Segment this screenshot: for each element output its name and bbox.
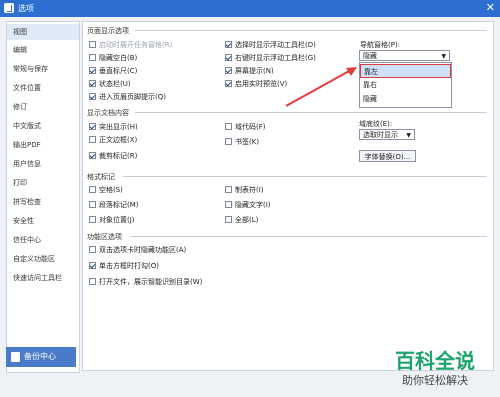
checkbox-select-floating-toolbar[interactable] — [225, 41, 232, 48]
nav-pane-option-left[interactable]: 靠左 — [360, 64, 451, 78]
checkbox-smart-toc[interactable] — [89, 278, 96, 285]
field-shading-value: 选取时显示 — [363, 131, 398, 139]
sidebar-item-chinese-layout[interactable]: 中文版式 — [7, 118, 79, 134]
label-text-border: 正文边框(X) — [99, 136, 138, 144]
label-rightclick-floating-toolbar: 右键时显示浮动工具栏(G) — [235, 54, 316, 62]
sidebar-item-general-save[interactable]: 常规与保存 — [7, 61, 79, 77]
checkbox-click-to-check[interactable] — [89, 262, 96, 269]
checkbox-header-footer-tip[interactable] — [89, 93, 96, 100]
sidebar-item-file-location[interactable]: 文件位置 — [7, 80, 79, 96]
backup-center-label: 备份中心 — [24, 352, 56, 361]
title-bar: 选项 ✕ — [0, 0, 500, 17]
nav-pane-select-value: 隐藏 — [363, 52, 377, 60]
options-panel: 页面显示选项 启动时展开任务窗格(R) 隐藏空白(B) 垂直标尺(C) 状态栏(… — [82, 21, 494, 371]
label-tab-characters: 制表符(I) — [235, 186, 264, 194]
checkbox-hide-blank[interactable] — [89, 54, 96, 61]
section-divider — [135, 112, 487, 113]
checkbox-paragraph-marks[interactable] — [89, 201, 96, 208]
label-vertical-ruler: 垂直标尺(C) — [99, 67, 138, 75]
label-smart-toc: 打开文件，展示智能识别目录(W) — [99, 278, 203, 286]
section-title-page-display: 页面显示选项 — [87, 27, 129, 35]
chevron-down-icon: ▼ — [406, 132, 411, 139]
label-select-floating-toolbar: 选择时显示浮动工具栏(D) — [235, 41, 316, 49]
section-title-show-content: 显示文档内容 — [87, 109, 129, 117]
label-live-preview: 启用实时预览(V) — [235, 80, 288, 88]
watermark: 百科全说 助你轻松解决 — [376, 345, 494, 393]
label-dblclick-hide-ribbon: 双击选项卡时隐藏功能区(A) — [99, 246, 187, 254]
sidebar-item-user-info[interactable]: 用户信息 — [7, 156, 79, 172]
app-icon — [4, 3, 14, 13]
label-expand-task-pane: 启动时展开任务窗格(R) — [99, 41, 173, 49]
sidebar-item-trust-center[interactable]: 信任中心 — [7, 232, 79, 248]
nav-pane-option-hide[interactable]: 隐藏 — [360, 92, 451, 106]
checkbox-tab-characters[interactable] — [225, 186, 232, 193]
label-hidden-text: 隐藏文字(I) — [235, 201, 271, 209]
sidebar-item-quick-access-toolbar[interactable]: 快速访问工具栏 — [7, 270, 79, 286]
checkbox-live-preview[interactable] — [225, 80, 232, 87]
sidebar-item-edit[interactable]: 编辑 — [7, 42, 79, 58]
close-icon[interactable]: ✕ — [486, 1, 495, 14]
sidebar-item-output-pdf[interactable]: 输出PDF — [7, 137, 79, 153]
label-hide-blank: 隐藏空白(B) — [99, 54, 138, 62]
nav-pane-option-right[interactable]: 靠右 — [360, 78, 451, 92]
backup-center-button[interactable]: 备份中心 — [6, 347, 76, 367]
checkbox-rightclick-floating-toolbar[interactable] — [225, 54, 232, 61]
checkbox-hidden-text[interactable] — [225, 201, 232, 208]
checkbox-expand-task-pane[interactable] — [89, 41, 96, 48]
checkbox-bookmarks[interactable] — [225, 138, 232, 145]
sidebar-item-revision[interactable]: 修订 — [7, 99, 79, 115]
label-spaces: 空格(S) — [99, 186, 123, 194]
sidebar-item-view[interactable]: 视图 — [7, 24, 79, 40]
field-shading-select[interactable]: 选取时显示 ▼ — [359, 129, 415, 140]
watermark-subtitle: 助你轻松解决 — [402, 374, 468, 387]
checkbox-status-bar[interactable] — [89, 80, 96, 87]
section-title-ribbon-options: 功能区选项 — [87, 233, 122, 241]
label-crop-marks: 裁剪标记(R) — [99, 152, 138, 160]
section-divider — [135, 30, 487, 31]
checkbox-object-anchors[interactable] — [89, 216, 96, 223]
backup-icon — [11, 352, 20, 362]
checkbox-field-codes[interactable] — [225, 123, 232, 130]
checkbox-crop-marks[interactable] — [89, 152, 96, 159]
sidebar: 视图 编辑 常规与保存 文件位置 修订 中文版式 输出PDF 用户信息 打印 拼… — [6, 21, 80, 373]
window-title: 选项 — [18, 4, 34, 13]
label-click-to-check: 单击方框时打勾(O) — [99, 262, 159, 270]
sidebar-item-customize-ribbon[interactable]: 自定义功能区 — [7, 251, 79, 267]
watermark-title: 百科全说 — [395, 349, 475, 373]
label-field-shading: 域底纹(E): — [359, 120, 393, 128]
label-status-bar: 状态栏(U) — [99, 80, 131, 88]
sidebar-item-security[interactable]: 安全性 — [7, 213, 79, 229]
label-header-footer-tip: 进入页眉页脚提示(Q) — [99, 93, 166, 101]
label-object-anchors: 对象位置(J) — [99, 216, 135, 224]
nav-pane-options-list: 靠左 靠右 隐藏 — [359, 62, 452, 108]
checkbox-screen-tips[interactable] — [225, 67, 232, 74]
section-divider — [123, 176, 487, 177]
checkbox-all-marks[interactable] — [225, 216, 232, 223]
checkbox-highlight[interactable] — [89, 123, 96, 130]
nav-pane-select[interactable]: 隐藏 ▼ — [359, 50, 450, 61]
chevron-down-icon: ▼ — [441, 53, 446, 60]
sidebar-item-print[interactable]: 打印 — [7, 175, 79, 191]
label-field-codes: 域代码(F) — [235, 123, 266, 131]
label-all-marks: 全部(L) — [235, 216, 259, 224]
section-title-format-marks: 格式标记 — [87, 173, 115, 181]
checkbox-dblclick-hide-ribbon[interactable] — [89, 246, 96, 253]
label-highlight: 突出显示(H) — [99, 123, 138, 131]
label-bookmarks: 书签(K) — [235, 138, 260, 146]
section-divider — [131, 236, 487, 237]
label-screen-tips: 屏幕提示(N) — [235, 67, 274, 75]
label-nav-pane: 导航窗格(P): — [360, 41, 401, 49]
font-substitute-button[interactable]: 字体替换(O)... — [359, 150, 416, 162]
checkbox-vertical-ruler[interactable] — [89, 67, 96, 74]
checkbox-spaces[interactable] — [89, 186, 96, 193]
label-paragraph-marks: 段落标记(M) — [99, 201, 139, 209]
sidebar-item-spell-check[interactable]: 拼写检查 — [7, 194, 79, 210]
checkbox-text-border[interactable] — [89, 136, 96, 143]
